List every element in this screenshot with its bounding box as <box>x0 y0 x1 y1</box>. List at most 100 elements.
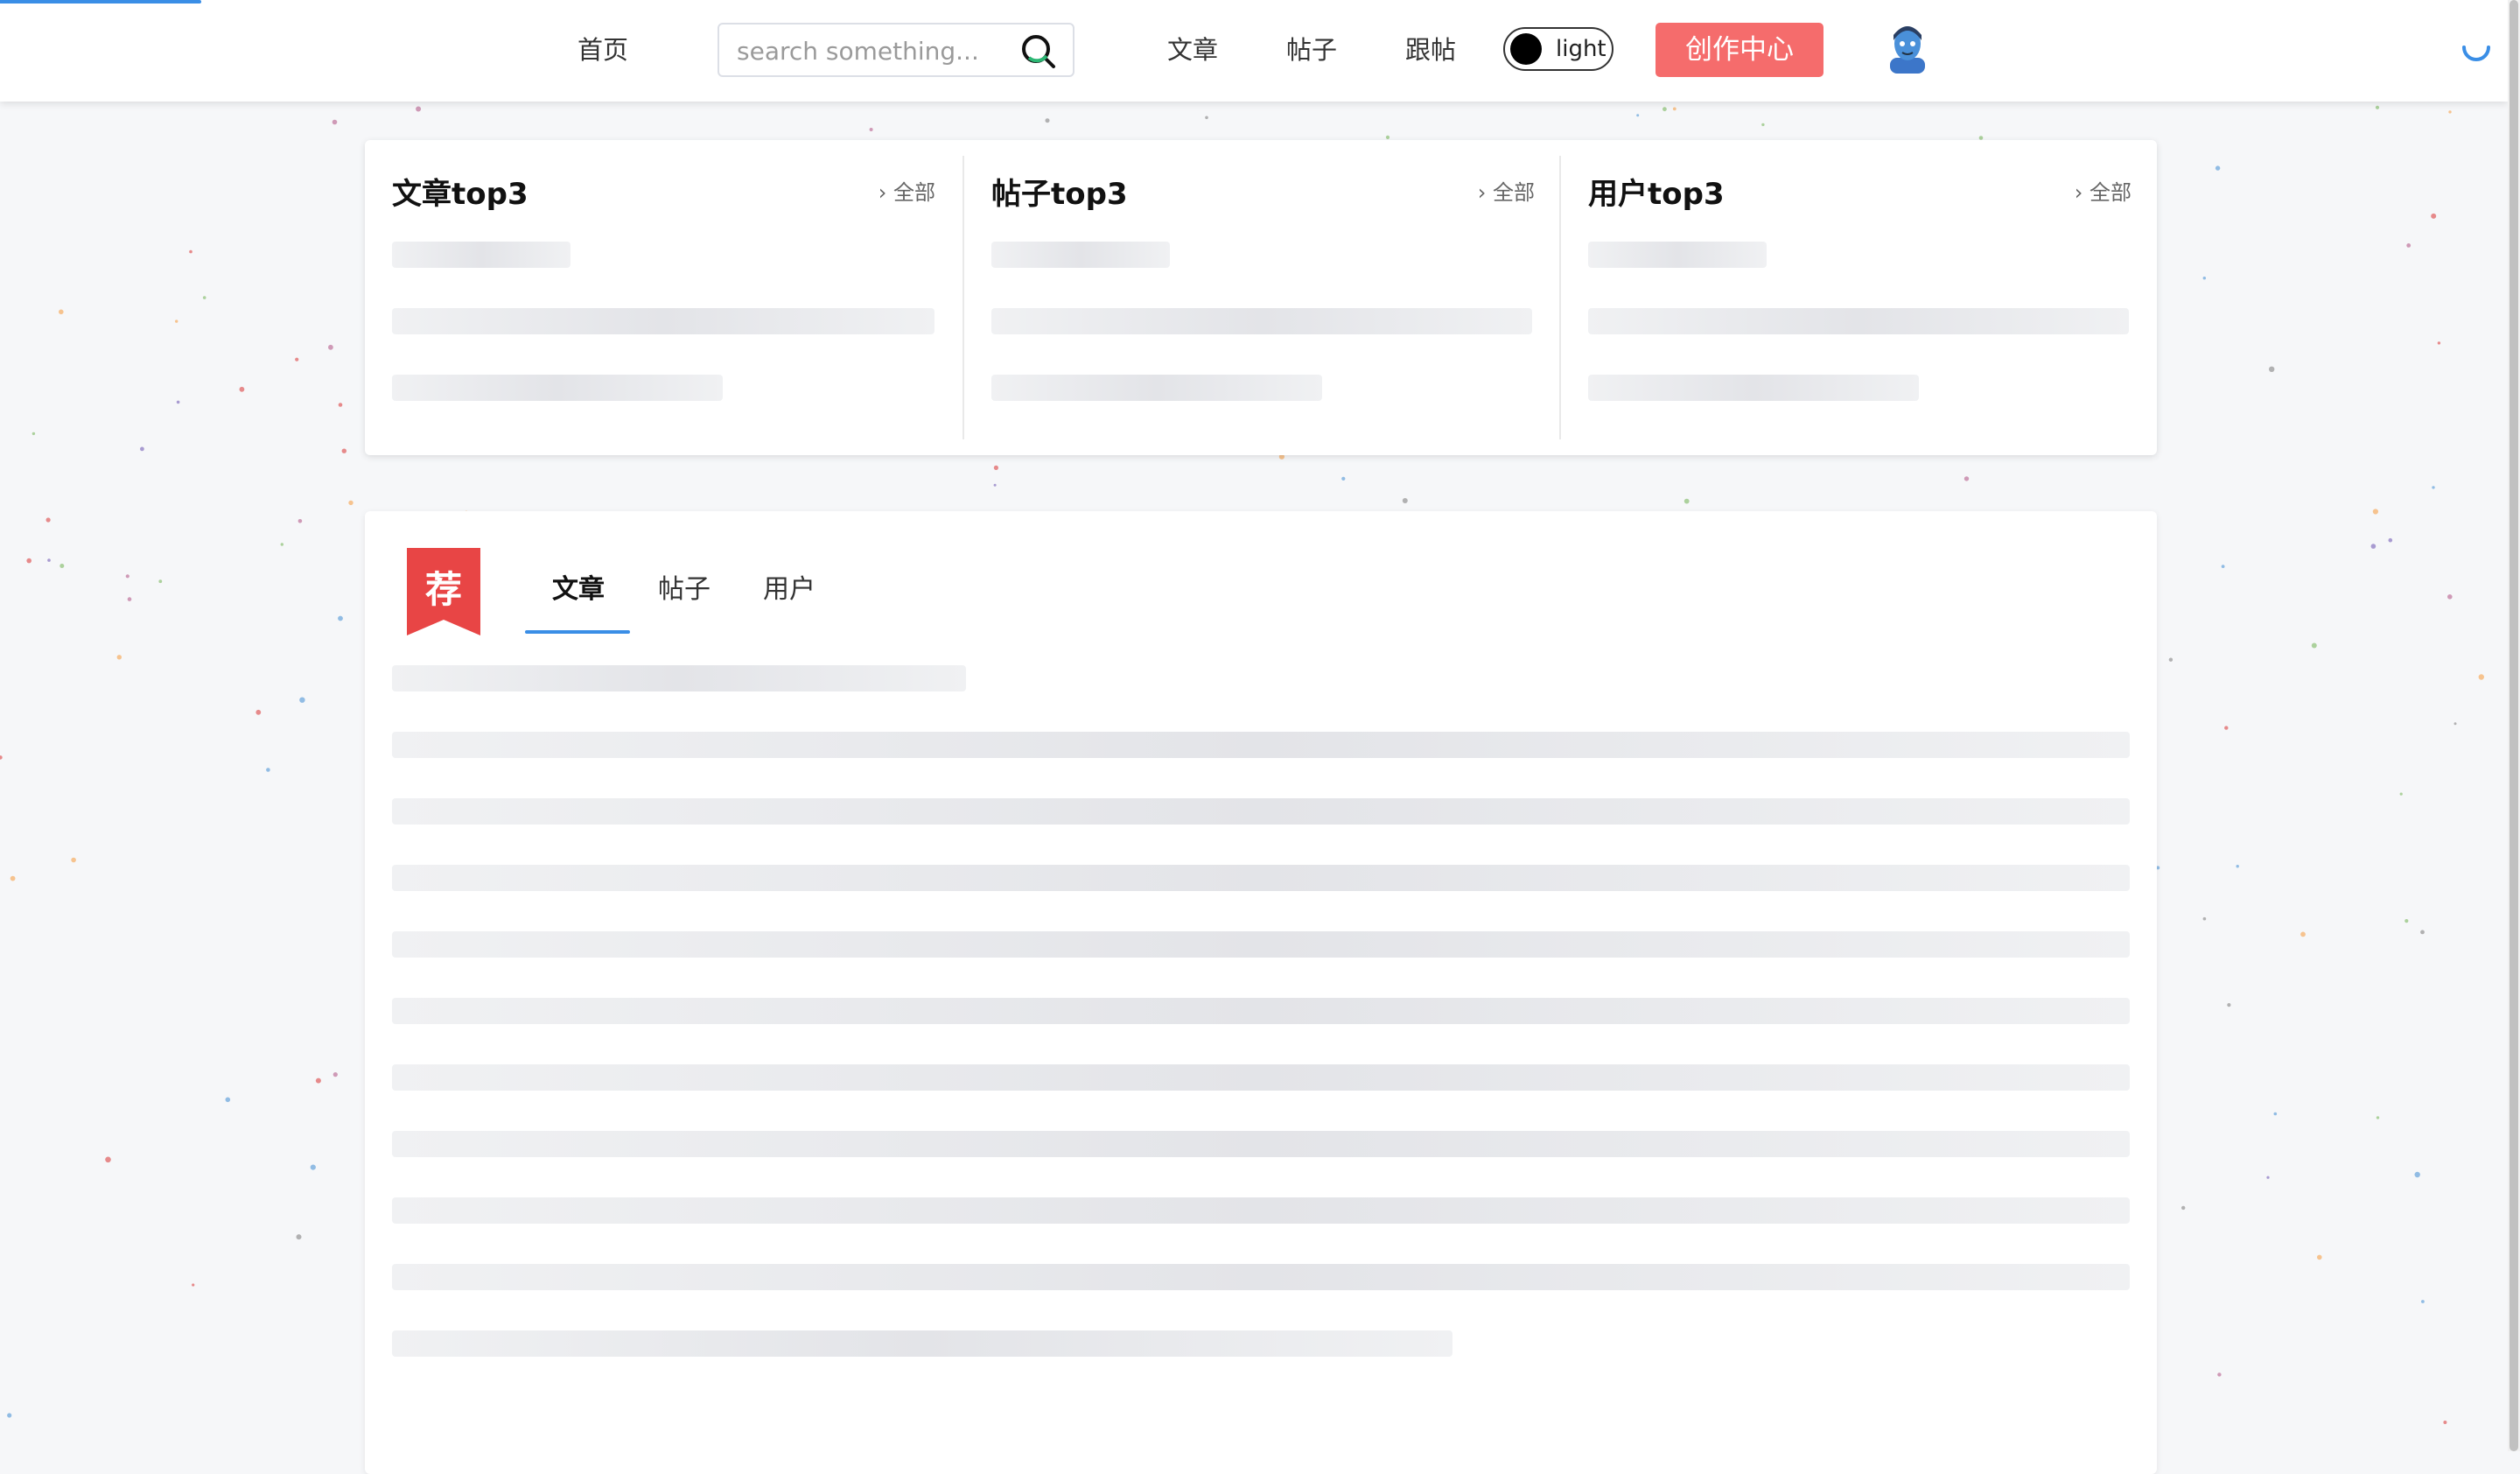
particle-dot <box>2406 243 2412 248</box>
theme-toggle[interactable]: light <box>1503 27 1614 71</box>
skeleton-line <box>392 665 966 691</box>
toggle-knob <box>1510 33 1542 65</box>
particle-dot <box>10 875 16 881</box>
particle-dot <box>1402 498 1408 503</box>
top3-title: 用户top3 <box>1588 177 1725 212</box>
skeleton-line <box>392 1264 2130 1290</box>
skeleton-line <box>392 1330 1452 1357</box>
particle-dot <box>869 128 873 131</box>
particle-dot <box>280 543 284 546</box>
particle-dot <box>59 309 64 315</box>
particle-dot <box>416 106 422 112</box>
particle-dot <box>2454 722 2457 726</box>
nav-posts[interactable]: 帖子 <box>1286 30 1337 67</box>
badge-label: 荐 <box>424 568 462 611</box>
particle-dot <box>2437 341 2441 345</box>
particle-dot <box>315 1077 321 1084</box>
particle-dot <box>2168 657 2174 662</box>
particle-dot <box>2273 1112 2278 1116</box>
particle-dot <box>125 574 130 579</box>
skeleton-line <box>1588 308 2129 334</box>
top-navbar: 首页 文章 帖子 跟帖 light 创作中心 <box>0 0 2508 102</box>
skeleton-line <box>991 242 1170 268</box>
particle-dot <box>2217 1372 2222 1377</box>
particle-dot <box>127 597 132 601</box>
particle-dot <box>295 357 299 361</box>
particle-dot <box>105 1156 111 1163</box>
particle-dot <box>2478 674 2484 680</box>
tab-articles[interactable]: 文章 <box>552 567 605 606</box>
particle-dot <box>2311 642 2317 649</box>
particle-dot <box>2375 105 2380 109</box>
tab-posts[interactable]: 帖子 <box>658 567 710 606</box>
search-input[interactable] <box>735 32 1018 70</box>
particle-dot <box>2181 1205 2186 1211</box>
particle-dot <box>2443 1421 2447 1424</box>
recommend-badge: 荐 <box>407 548 480 635</box>
particle-dot <box>2221 565 2225 568</box>
particle-dot <box>338 403 343 407</box>
skeleton-line <box>392 242 570 268</box>
skeleton-line <box>991 308 1532 334</box>
top3-users: 用户top3 › 全部 <box>1561 140 2159 455</box>
tab-users[interactable]: 用户 <box>763 567 816 606</box>
search-icon[interactable] <box>1020 33 1057 70</box>
particle-dot <box>310 1164 316 1170</box>
particle-dot <box>2370 544 2376 549</box>
top3-posts: 帖子top3 › 全部 <box>964 140 1562 455</box>
particle-dot <box>1045 118 1050 123</box>
particle-dot <box>192 1283 195 1287</box>
skeleton-line <box>392 798 2130 825</box>
view-all-link[interactable]: › 全部 <box>1478 175 1535 206</box>
search-box <box>718 23 1074 77</box>
active-tab-indicator <box>525 630 630 634</box>
user-avatar[interactable] <box>1885 23 1930 74</box>
particle-dot <box>2236 865 2239 868</box>
skeleton-line <box>392 931 2130 958</box>
particle-dot <box>1684 498 1690 504</box>
particle-dot <box>140 446 144 452</box>
skeleton-line <box>991 375 1322 401</box>
particle-dot <box>1636 114 1640 117</box>
particle-dot <box>1205 116 1208 120</box>
particle-dot <box>158 579 163 584</box>
particle-dot <box>239 386 245 392</box>
particle-dot <box>2420 930 2425 935</box>
particle-dot <box>2372 509 2378 515</box>
particle-dot <box>2421 1300 2425 1303</box>
top3-title: 帖子top3 <box>991 177 1128 212</box>
nav-articles[interactable]: 文章 <box>1167 30 1218 67</box>
particle-dot <box>2376 1116 2380 1120</box>
skeleton-line <box>392 1131 2130 1157</box>
nav-home[interactable]: 首页 <box>578 30 628 67</box>
scrollbar-thumb[interactable] <box>2510 0 2518 1451</box>
nav-replies[interactable]: 跟帖 <box>1405 30 1456 67</box>
particle-dot <box>328 344 333 350</box>
particle-dot <box>225 1097 231 1103</box>
particle-dot <box>46 517 51 523</box>
skeleton-line <box>1588 242 1767 268</box>
particle-dot <box>2447 594 2453 600</box>
view-all-link[interactable]: › 全部 <box>878 175 935 206</box>
loading-spinner-icon <box>2462 46 2490 61</box>
theme-label: light <box>1556 36 1606 62</box>
particle-dot <box>332 1072 338 1077</box>
page-progress-bar <box>0 0 201 4</box>
particle-dot <box>175 319 178 323</box>
particle-dot <box>2202 916 2207 921</box>
top3-title: 文章top3 <box>392 177 528 212</box>
particle-dot <box>71 857 76 863</box>
particle-dot <box>2227 1003 2231 1007</box>
particle-dot <box>1672 107 1676 111</box>
particle-dot <box>7 1413 12 1418</box>
particle-dot <box>2404 919 2409 923</box>
view-all-link[interactable]: › 全部 <box>2075 175 2132 206</box>
skeleton-line <box>392 998 2130 1024</box>
skeleton-line <box>392 375 723 401</box>
skeleton-line <box>1588 375 1919 401</box>
particle-dot <box>189 249 192 254</box>
particle-dot <box>202 296 206 299</box>
skeleton-line <box>392 1197 2130 1224</box>
particle-dot <box>2317 1254 2322 1260</box>
creation-center-button[interactable]: 创作中心 <box>1656 23 1824 77</box>
